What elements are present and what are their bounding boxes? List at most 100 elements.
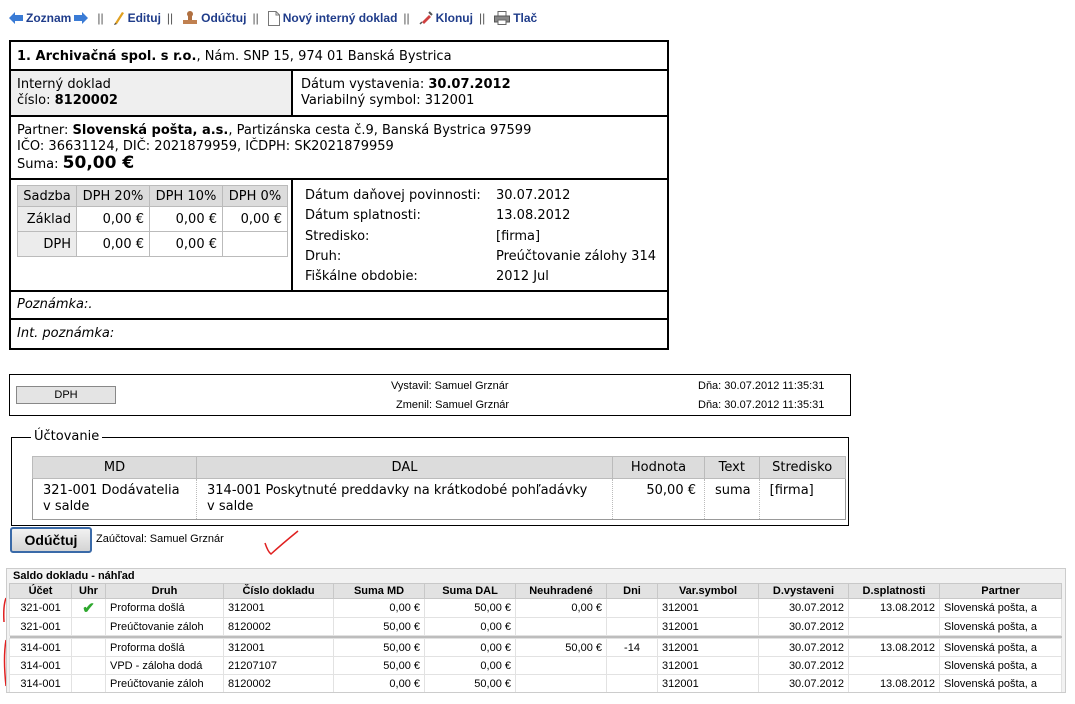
int-note-row: Int. poznámka: bbox=[11, 320, 667, 348]
company-row: 1. Archivačná spol. s r.o., Nám. SNP 15,… bbox=[11, 42, 667, 71]
vat-header-row: Sadzba DPH 20% DPH 10% DPH 0% bbox=[17, 185, 288, 207]
saldo-header: Dni bbox=[606, 583, 658, 599]
edituj-label: Edituj bbox=[127, 11, 161, 25]
saldo-header: Uhr bbox=[71, 583, 106, 599]
partner-label: Partner: bbox=[17, 123, 69, 138]
date-details: Dátum daňovej povinnosti: 30.07.2012 Dátu… bbox=[305, 186, 656, 287]
arrow-left-icon bbox=[9, 12, 23, 24]
number-label: číslo: bbox=[17, 93, 51, 108]
saldo-header: Neuhradené bbox=[515, 583, 607, 599]
suma-value: 50,00 € bbox=[62, 153, 135, 173]
saldo-header: Suma DAL bbox=[424, 583, 516, 599]
vat-cell: 0,00 € bbox=[149, 231, 223, 257]
saldo-header: Číslo dokladu bbox=[223, 583, 334, 599]
novy-interny-doklad-link[interactable]: Nový interný doklad bbox=[265, 10, 398, 26]
issue-date: 30.07.2012 bbox=[428, 77, 511, 92]
issue-date-label: Dátum vystavenia: bbox=[301, 77, 425, 92]
note: Poznámka:. bbox=[17, 297, 93, 312]
saldo-header: Suma MD bbox=[333, 583, 425, 599]
vat-cell: 0,00 € bbox=[149, 206, 223, 232]
saldo-header: Účet bbox=[9, 583, 72, 599]
vat-cell: 0,00 € bbox=[76, 206, 150, 232]
company-address: , Nám. SNP 15, 974 01 Banská Bystrica bbox=[196, 49, 452, 64]
saldo-header: Druh bbox=[105, 583, 224, 599]
note-row: Poznámka:. bbox=[11, 292, 667, 320]
saldo-header-row: Účet Uhr Druh Číslo dokladu Suma MD Suma… bbox=[9, 583, 1062, 599]
md-cell: 321-001 Dodávatelia v salde bbox=[32, 478, 197, 520]
table-row: 321-001 ✔ Proforma došlá 312001 0,00 € 5… bbox=[9, 598, 1062, 618]
separator: || bbox=[478, 11, 486, 25]
detail-row: Druh: Preúčtovanie zálohy 314 bbox=[305, 248, 656, 264]
partner-row: Partner: Slovenská pošta, a.s., Partizán… bbox=[11, 117, 667, 180]
oductuj-button[interactable]: Odúčtuj bbox=[10, 527, 92, 553]
separator: || bbox=[252, 11, 259, 25]
saldo-header: D.vystaveni bbox=[758, 583, 849, 599]
new-document-icon bbox=[267, 10, 280, 26]
stredisko-cell: [firma] bbox=[758, 478, 846, 520]
header-hodnota: Hodnota bbox=[612, 456, 705, 479]
checkmark-annotation bbox=[264, 530, 299, 555]
uctovanie-table: MD DAL Hodnota Text Stredisko 321-001 Do… bbox=[32, 456, 846, 520]
tlac-link[interactable]: Tlač bbox=[491, 11, 537, 25]
vat-label-dph: DPH bbox=[17, 231, 77, 257]
saldo-table: Účet Uhr Druh Číslo dokladu Suma MD Suma… bbox=[9, 583, 1062, 692]
detail-row: Dátum splatnosti: 13.08.2012 bbox=[305, 208, 571, 224]
vat-cell: 0,00 € bbox=[222, 206, 288, 232]
document-box: 1. Archivačná spol. s r.o., Nám. SNP 15,… bbox=[9, 40, 669, 350]
header-md: MD bbox=[32, 456, 197, 479]
header-text: Text bbox=[704, 456, 760, 479]
zauctoval: Zaúčtoval: Samuel Grznár bbox=[96, 533, 224, 545]
saldo-header: Partner bbox=[939, 583, 1062, 599]
zoznam-link[interactable]: Zoznam bbox=[6, 11, 91, 25]
hodnota-cell: 50,00 € bbox=[612, 478, 705, 520]
tlac-label: Tlač bbox=[513, 11, 538, 25]
check-icon: ✔ bbox=[71, 598, 106, 618]
novy-label: Nový interný doklad bbox=[282, 11, 398, 25]
variable-symbol: 312001 bbox=[424, 93, 475, 108]
vat-header-20: DPH 20% bbox=[76, 185, 150, 207]
dna-zmenil: Dňa: 30.07.2012 11:35:31 bbox=[698, 399, 825, 411]
uctovanie-header-row: MD DAL Hodnota Text Stredisko bbox=[32, 456, 846, 479]
toolbar: Zoznam || Edituj || Odúčtuj || Nový inte… bbox=[6, 8, 537, 28]
detail-row: Fiškálne obdobie: 2012 Jul bbox=[305, 269, 549, 285]
vat-cell bbox=[222, 231, 288, 257]
vat-row-dph: DPH 0,00 € 0,00 € bbox=[17, 231, 288, 257]
printer-icon bbox=[494, 11, 511, 25]
detail-row: Stredisko: [firma] bbox=[305, 228, 541, 244]
vat-header-0: DPH 0% bbox=[222, 185, 288, 207]
table-row: 321-001 Preúčtovanie záloh 8120002 50,00… bbox=[9, 617, 1062, 636]
klonuj-label: Klonuj bbox=[435, 11, 473, 25]
table-row: 314-001 VPD - záloha dodá 21207107 50,00… bbox=[9, 656, 1062, 675]
dna-vystavil: Dňa: 30.07.2012 11:35:31 bbox=[698, 380, 825, 392]
vat-header-10: DPH 10% bbox=[149, 185, 223, 207]
vs-label: Variabilný symbol: bbox=[301, 93, 421, 108]
uctovanie-row: 321-001 Dodávatelia v salde 314-001 Posky… bbox=[32, 478, 846, 520]
partner-name: Slovenská pošta, a.s. bbox=[72, 123, 229, 138]
meta-box: DPH Vystavil: Samuel Grznár Zmenil: Samu… bbox=[9, 374, 851, 416]
zoznam-label: Zoznam bbox=[26, 11, 72, 25]
vat-cell: 0,00 € bbox=[76, 231, 150, 257]
uctovanie-fieldset: Účtovanie MD DAL Hodnota Text Stredisko … bbox=[11, 429, 849, 526]
vystavil: Vystavil: Samuel Grznár bbox=[391, 380, 509, 392]
document-number: 8120002 bbox=[54, 93, 118, 108]
klonuj-link[interactable]: Klonuj bbox=[416, 11, 473, 25]
vat-label-zaklad: Základ bbox=[17, 206, 77, 232]
dph-button[interactable]: DPH bbox=[16, 386, 116, 404]
edituj-link[interactable]: Edituj bbox=[110, 11, 161, 25]
oductuj-label: Odúčtuj bbox=[201, 11, 247, 25]
saldo-header: Var.symbol bbox=[657, 583, 759, 599]
details-row: Sadzba DPH 20% DPH 10% DPH 0% Základ 0,0… bbox=[11, 180, 667, 292]
dal-cell: 314-001 Poskytnuté preddavky na krátkodo… bbox=[196, 478, 613, 520]
arrow-right-icon bbox=[74, 12, 89, 24]
separator: || bbox=[166, 11, 174, 25]
detail-row: Dátum daňovej povinnosti: 30.07.2012 bbox=[305, 188, 571, 203]
header-stredisko: Stredisko bbox=[758, 456, 846, 479]
suma-label: Suma: bbox=[17, 157, 59, 172]
saldo-panel: Saldo dokladu - náhľad Účet Uhr Druh Čís… bbox=[6, 568, 1066, 693]
syringe-icon bbox=[419, 11, 433, 25]
table-row: 314-001 Preúčtovanie záloh 8120002 0,00 … bbox=[9, 674, 1062, 692]
zmenil: Zmenil: Samuel Grznár bbox=[396, 399, 510, 411]
oductuj-link[interactable]: Odúčtuj bbox=[179, 11, 246, 25]
header-row: Interný doklad číslo: 8120002 Dátum vyst… bbox=[11, 71, 667, 117]
saldo-title: Saldo dokladu - náhľad bbox=[13, 570, 135, 582]
